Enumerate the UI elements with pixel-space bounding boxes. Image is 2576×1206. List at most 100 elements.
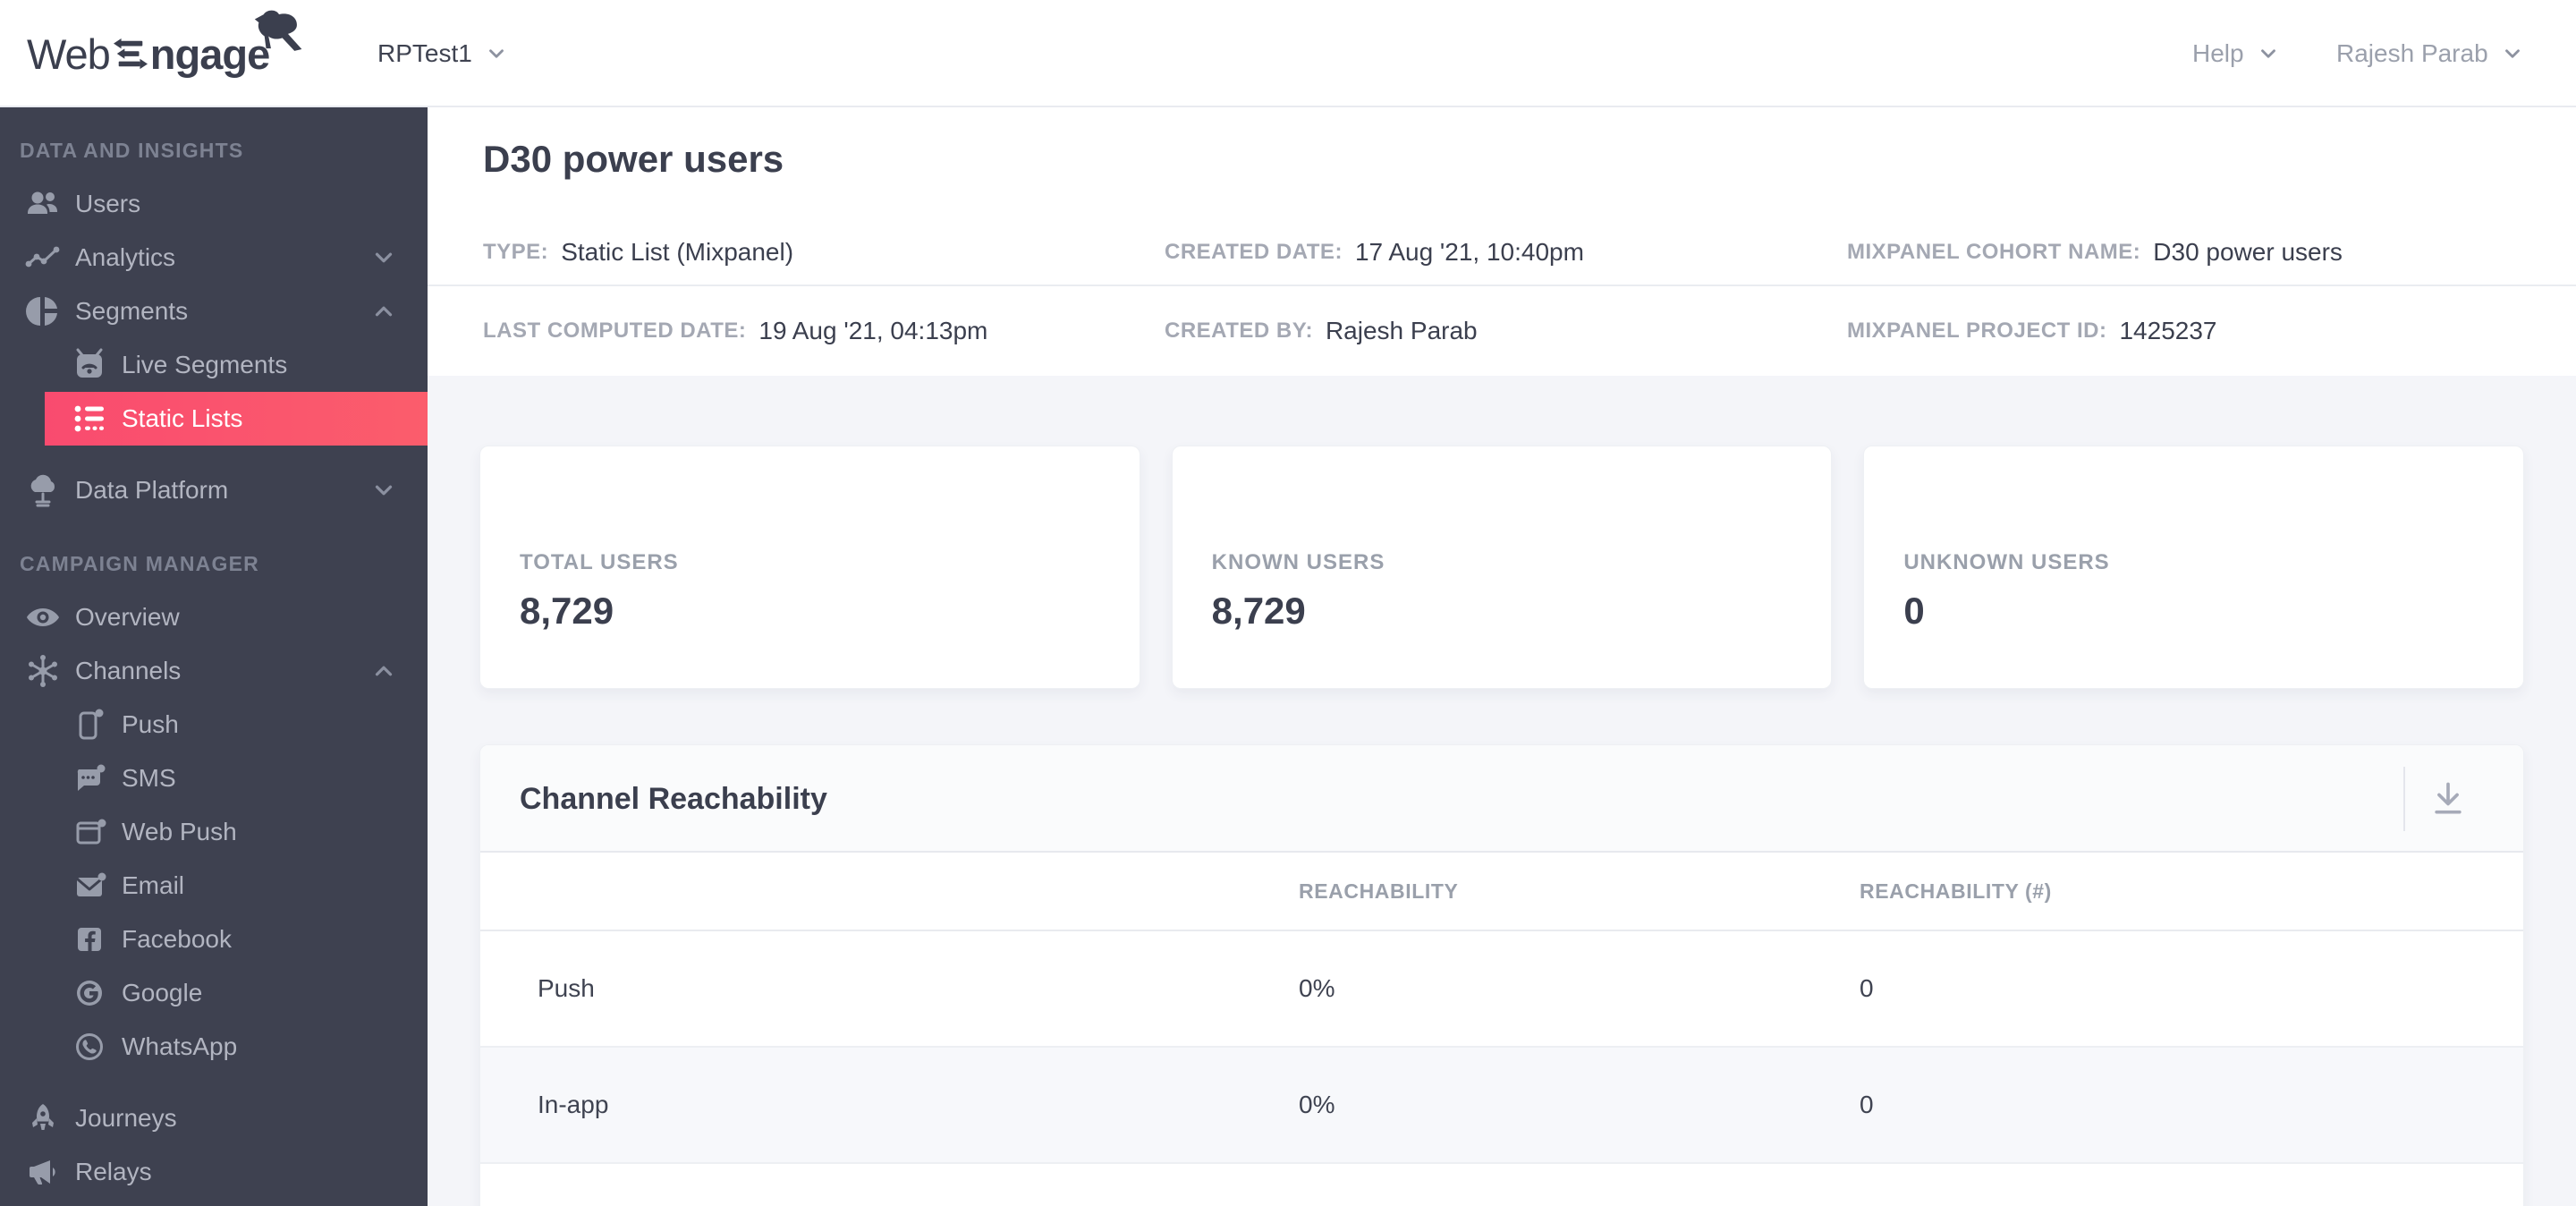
meta-project-id-label: MIXPANEL PROJECT ID:: [1847, 318, 2107, 343]
sidebar-item-overview[interactable]: Overview: [0, 590, 428, 644]
stat-label: UNKNOWN USERS: [1903, 550, 2110, 574]
browser-push-icon: [72, 814, 107, 850]
rocket-icon: [25, 1100, 61, 1136]
sidebar-item-label: Live Segments: [122, 351, 288, 378]
sidebar-item-label: Google: [122, 979, 203, 1006]
download-icon: [2435, 782, 2462, 814]
help-label: Help: [2192, 39, 2244, 67]
sidebar-item-whatsapp[interactable]: WhatsApp: [0, 1020, 428, 1074]
sidebar-item-sms[interactable]: SMS: [0, 752, 428, 805]
webengage-logo[interactable]: Web ngage: [27, 0, 302, 107]
brand-bird-icon: [255, 10, 302, 51]
stat-label: TOTAL USERS: [520, 550, 679, 574]
sidebar-item-analytics[interactable]: Analytics: [0, 231, 428, 285]
cell-channel: In-app: [538, 1091, 609, 1118]
sidebar-item-label: Channels: [75, 657, 182, 684]
sidebar-item-facebook[interactable]: Facebook: [0, 913, 428, 966]
panel-header: Channel Reachability: [480, 745, 2523, 853]
google-icon: [72, 975, 107, 1011]
sidebar-item-users[interactable]: Users: [0, 177, 428, 231]
meta-project-id: MIXPANEL PROJECT ID: 1425237: [1847, 317, 2576, 345]
sidebar-item-label: Push: [122, 710, 179, 738]
meta-last-computed-value: 19 Aug '21, 04:13pm: [758, 317, 988, 344]
sidebar-item-label: Overview: [75, 603, 180, 631]
sidebar-item-journeys[interactable]: Journeys: [0, 1091, 428, 1145]
meta-created-date: CREATED DATE: 17 Aug '21, 10:40pm: [1165, 238, 1847, 267]
column-reachability: REACHABILITY: [1299, 879, 1459, 903]
meta-created-date-value: 17 Aug '21, 10:40pm: [1354, 237, 1584, 266]
sidebar-item-label: Facebook: [122, 925, 232, 953]
sidebar-item-google[interactable]: Google: [0, 966, 428, 1020]
sidebar-item-email[interactable]: Email: [0, 859, 428, 913]
list-detail-header: D30 power users TYPE: Static List (Mixpa…: [428, 107, 2576, 376]
sidebar-item-label: SMS: [122, 764, 176, 792]
sidebar-item-data-platform[interactable]: Data Platform: [0, 463, 428, 517]
table-row-push: Push 0% 0: [480, 931, 2523, 1048]
cell-channel: Push: [538, 974, 595, 1002]
chevron-down-icon: [2501, 42, 2524, 65]
sidebar-item-segments[interactable]: Segments: [0, 285, 428, 338]
user-name: Rajesh Parab: [2336, 39, 2488, 67]
meta-created-by-value: Rajesh Parab: [1325, 317, 1478, 344]
meta-type-value: Static List (Mixpanel): [561, 237, 794, 266]
sidebar-item-static-lists[interactable]: Static Lists: [45, 392, 428, 446]
meta-last-computed-label: LAST COMPUTED DATE:: [483, 318, 747, 343]
users-icon: [25, 186, 61, 222]
sidebar-nav: DATA AND INSIGHTS Users Analytics Segmen…: [0, 107, 428, 1206]
analytics-icon: [25, 240, 61, 276]
sidebar-section-data-insights: DATA AND INSIGHTS: [20, 139, 244, 162]
sidebar-item-label: Analytics: [75, 243, 176, 271]
main-content: D30 power users TYPE: Static List (Mixpa…: [428, 107, 2576, 1206]
meta-cohort-name-label: MIXPANEL COHORT NAME:: [1847, 239, 2141, 264]
meta-cohort-name: MIXPANEL COHORT NAME: D30 power users: [1847, 238, 2576, 267]
stat-value: 0: [1903, 590, 1925, 632]
stat-card-known-users: KNOWN USERS 8,729: [1171, 446, 1833, 689]
sidebar-item-label: Journeys: [75, 1104, 177, 1132]
live-segments-icon: [72, 347, 107, 383]
sidebar-item-label: Email: [122, 871, 185, 899]
panel-header-divider: [2403, 767, 2405, 831]
cell-reachability: 0%: [1299, 974, 1335, 1002]
meta-type-label: TYPE:: [483, 239, 549, 264]
download-button[interactable]: [2419, 770, 2477, 828]
stat-label: KNOWN USERS: [1211, 550, 1385, 574]
reachability-table-header: REACHABILITY REACHABILITY (#): [480, 853, 2523, 931]
chevron-up-icon: [370, 298, 397, 325]
cell-reachability-count: 0: [1860, 974, 1874, 1002]
sidebar-item-push[interactable]: Push: [0, 698, 428, 752]
table-row-partial: [480, 1164, 2523, 1206]
meta-created-date-label: CREATED DATE:: [1165, 239, 1343, 264]
meta-row-2: LAST COMPUTED DATE: 19 Aug '21, 04:13pm …: [428, 285, 2576, 376]
mobile-push-icon: [72, 707, 107, 743]
table-row-in-app: In-app 0% 0: [480, 1048, 2523, 1164]
chevron-down-icon: [370, 477, 397, 504]
cell-reachability: 0%: [1299, 1091, 1335, 1118]
meta-cohort-name-value: D30 power users: [2153, 237, 2343, 266]
channel-reachability-panel: Channel Reachability REACHABILITY REACHA…: [479, 744, 2524, 1206]
sidebar-item-label: Static Lists: [122, 404, 243, 432]
email-envelope-icon: [72, 868, 107, 904]
sidebar-item-web-push[interactable]: Web Push: [0, 805, 428, 859]
sidebar-item-live-segments[interactable]: Live Segments: [0, 338, 428, 392]
webengage-app: Web ngage RPTest1 Help Rajesh Parab DATA…: [0, 0, 2576, 1206]
megaphone-icon: [25, 1154, 61, 1190]
static-lists-icon: [72, 401, 107, 437]
sidebar-item-relays[interactable]: Relays: [0, 1145, 428, 1199]
stat-card-unknown-users: UNKNOWN USERS 0: [1863, 446, 2525, 689]
meta-row-1: TYPE: Static List (Mixpanel) CREATED DAT…: [428, 219, 2576, 285]
channels-hub-icon: [25, 653, 61, 689]
help-menu[interactable]: Help: [2192, 0, 2280, 107]
meta-created-by: CREATED BY: Rajesh Parab: [1165, 317, 1847, 345]
sidebar-item-label: Segments: [75, 297, 189, 325]
sidebar-item-channels[interactable]: Channels: [0, 644, 428, 698]
sidebar-item-label: Web Push: [122, 818, 237, 845]
brand-web-text: Web: [27, 30, 111, 78]
user-menu[interactable]: Rajesh Parab: [2336, 0, 2524, 107]
workspace-name: RPTest1: [377, 39, 472, 67]
sms-bubble-icon: [72, 760, 107, 796]
eye-icon: [25, 599, 61, 635]
cell-reachability-count: 0: [1860, 1091, 1874, 1118]
sidebar-section-campaign-manager: CAMPAIGN MANAGER: [20, 552, 259, 575]
workspace-switcher[interactable]: RPTest1: [377, 0, 508, 107]
page-title: D30 power users: [483, 138, 784, 180]
